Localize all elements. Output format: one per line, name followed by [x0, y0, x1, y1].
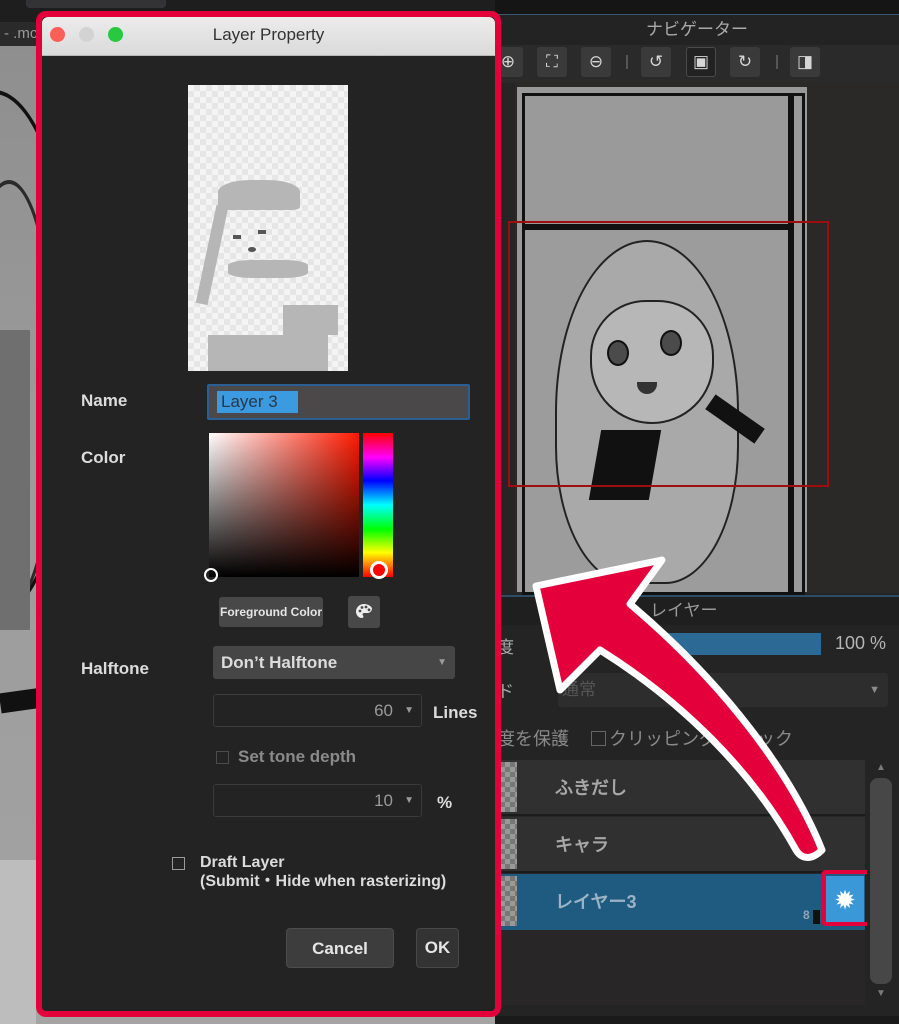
layer-list: ふきだし キャラ レイヤー3 8 ✹ — [495, 760, 871, 1005]
layer-row-selected[interactable]: レイヤー3 8 ✹ — [495, 870, 871, 930]
draft-layer-title: Draft Layer — [200, 854, 285, 871]
annotation-highlight-box — [821, 870, 871, 926]
set-tone-depth-label[interactable]: Set tone depth — [238, 747, 356, 767]
fit-screen-button[interactable]: ⛶ — [537, 47, 567, 77]
chevron-down-icon: ▼ — [404, 705, 414, 716]
preview-sleeve — [283, 305, 338, 335]
layer-row[interactable]: キャラ — [495, 817, 865, 873]
protect-alpha-label[interactable]: 度を保護 — [497, 729, 569, 749]
draft-layer-label[interactable]: Draft Layer (Submit・Hide when rasterizin… — [200, 853, 446, 891]
draft-layer-checkbox[interactable] — [172, 857, 185, 870]
blend-mode-select[interactable]: 通常 ▼ — [558, 673, 888, 707]
layer-name-input[interactable]: Layer 3 — [207, 384, 470, 420]
lines-unit-label: Lines — [433, 703, 478, 722]
foreground-color-button[interactable]: Foreground Color — [219, 597, 323, 627]
chevron-down-icon: ▼ — [869, 684, 880, 696]
layer-name: レイヤー3 — [555, 892, 637, 912]
zoom-out-button[interactable]: ⊖ — [581, 47, 611, 77]
layer-name: ふきだし — [555, 778, 627, 798]
rotate-right-icon: ↻ — [737, 52, 753, 71]
layer-name-value: Layer 3 — [217, 391, 298, 413]
cancel-button[interactable]: Cancel — [286, 928, 394, 968]
preview-body — [208, 335, 328, 371]
layer-panel-title: レイヤー — [495, 597, 899, 625]
palette-icon — [356, 604, 372, 618]
navigator-title: ナビゲーター — [495, 15, 899, 45]
layer-bit-depth-indicator — [813, 910, 820, 924]
preview-eye — [233, 235, 241, 239]
layer-preview-thumbnail — [188, 85, 348, 371]
rotate-left-icon: ↺ — [648, 52, 664, 71]
opacity-slider[interactable] — [645, 633, 821, 655]
preview-hair — [218, 180, 300, 210]
flip-horizontal-icon: ◨ — [796, 52, 814, 71]
halftone-lines-select[interactable]: 60 ▼ — [213, 694, 422, 727]
preview-scarf — [228, 260, 308, 278]
halftone-label: Halftone — [81, 659, 149, 678]
tab-top — [26, 0, 166, 8]
tone-depth-select[interactable]: 10 ▼ — [213, 784, 422, 817]
color-label: Color — [81, 448, 126, 467]
color-saturation-value-picker[interactable] — [204, 433, 359, 582]
artwork-shade — [0, 860, 36, 1024]
rotate-left-button[interactable]: ↺ — [641, 47, 671, 77]
navigator-preview[interactable] — [495, 83, 899, 595]
set-tone-depth-checkbox[interactable] — [216, 751, 229, 764]
flip-horizontal-button[interactable]: ◨ — [790, 47, 820, 77]
draft-layer-description: (Submit・Hide when rasterizing) — [200, 873, 447, 890]
opacity-value: 100 % — [835, 633, 887, 653]
panel-divider — [495, 0, 899, 15]
layer-options-row: 度を保護 クリッピング ロック — [497, 725, 793, 751]
hue-slider-handle[interactable] — [370, 561, 388, 579]
chevron-down-icon: ▼ — [404, 795, 414, 806]
dialog-titlebar[interactable]: Layer Property — [42, 17, 495, 56]
halftone-select[interactable]: Don’t Halftone ▼ — [213, 646, 455, 679]
lock-checkbox[interactable] — [721, 731, 736, 746]
preview-eye — [258, 230, 266, 234]
clipping-label[interactable]: クリッピング — [609, 729, 717, 749]
scrollbar-thumb[interactable] — [870, 778, 892, 984]
fit-screen-icon: ⛶ — [546, 52, 558, 71]
layer-bit-depth: 8 — [803, 908, 810, 922]
reset-view-icon: ▣ — [692, 52, 710, 71]
layer-row[interactable]: ふきだし — [495, 760, 865, 816]
tone-depth-unit-label: % — [437, 793, 453, 812]
toolbar-separator — [776, 55, 778, 69]
ok-button[interactable]: OK — [416, 928, 459, 968]
artwork-shade — [0, 330, 30, 630]
layer-panel: レイヤー 度 100 % ド 通常 ▼ 度を保護 クリッピング ロック ふきだし キ… — [495, 595, 899, 1024]
halftone-lines-value: 60 — [374, 701, 393, 720]
dialog-title: Layer Property — [212, 25, 325, 44]
halftone-selected-value: Don’t Halftone — [221, 653, 338, 672]
navigator-viewport-frame[interactable] — [508, 221, 829, 487]
layer-property-dialog: Layer Property Name Layer 3 Color Foregr… — [42, 17, 495, 1011]
blend-mode-value: 通常 — [562, 680, 596, 699]
scroll-down-icon[interactable]: ▼ — [876, 988, 886, 999]
layer-list-scrollbar[interactable]: ▲ ▼ — [867, 760, 895, 1005]
right-panels: ナビゲーター ⊕ ⛶ ⊖ ↺ ▣ ↻ ◨ レイヤー 度 100 % ド 通常 ▼… — [493, 0, 899, 1024]
tone-depth-value: 10 — [374, 791, 393, 810]
lock-label[interactable]: ロック — [739, 729, 793, 749]
reset-view-button[interactable]: ▣ — [686, 47, 716, 77]
scroll-up-icon[interactable]: ▲ — [876, 762, 886, 773]
layer-toolbar — [495, 1016, 899, 1024]
navigator-toolbar: ⊕ ⛶ ⊖ ↺ ▣ ↻ ◨ — [493, 45, 899, 83]
zoom-out-icon: ⊖ — [588, 52, 604, 71]
name-label: Name — [81, 391, 128, 410]
preview-mouth — [248, 247, 256, 252]
layer-name: キャラ — [555, 835, 609, 855]
color-picker-handle[interactable] — [204, 568, 218, 582]
opacity-slider-fill — [645, 633, 821, 655]
rotate-right-button[interactable]: ↻ — [730, 47, 760, 77]
zoom-in-icon: ⊕ — [500, 52, 516, 71]
clipping-checkbox[interactable] — [591, 731, 606, 746]
hue-slider[interactable] — [363, 433, 393, 579]
comic-panel-top — [522, 93, 791, 227]
preview-hair — [195, 204, 229, 306]
toolbar-separator — [626, 55, 628, 69]
chevron-down-icon: ▼ — [437, 657, 447, 668]
palette-button[interactable] — [348, 596, 380, 628]
